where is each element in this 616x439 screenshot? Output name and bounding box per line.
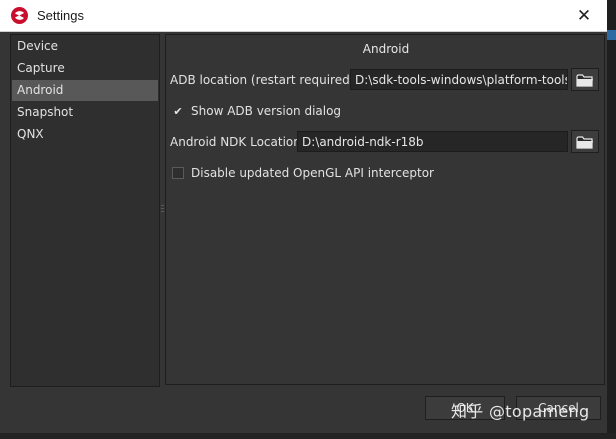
title-bar[interactable]: Settings ✕ (0, 0, 607, 32)
settings-category-list[interactable]: Device Capture Android Snapshot QNX (10, 34, 160, 387)
window-title: Settings (37, 8, 84, 23)
sidebar-item-device[interactable]: Device (12, 36, 158, 57)
section-title: Android (362, 42, 410, 56)
background-window-fragment (606, 30, 616, 40)
snapdragon-logo-icon (11, 7, 28, 24)
adb-browse-button[interactable] (571, 68, 599, 91)
settings-dialog: Settings ✕ Device Capture Android Snapsh… (0, 0, 607, 439)
folder-icon (576, 135, 593, 149)
folder-icon (576, 73, 593, 87)
splitter-handle[interactable] (161, 205, 164, 217)
show-adb-dialog-checkbox[interactable]: ✔ Show ADB version dialog (172, 103, 341, 119)
checkbox-empty-icon (172, 167, 184, 179)
close-button[interactable]: ✕ (561, 0, 607, 31)
watermark: 知乎 @topameng (451, 402, 590, 421)
ndk-location-label: Android NDK Location (170, 135, 301, 149)
sidebar-item-android[interactable]: Android (12, 80, 158, 101)
show-adb-dialog-label: Show ADB version dialog (191, 104, 342, 118)
background-window-bottom (0, 433, 616, 439)
sidebar-item-qnx[interactable]: QNX (12, 124, 158, 145)
ndk-browse-button[interactable] (571, 130, 599, 153)
sidebar-item-snapshot[interactable]: Snapshot (12, 102, 158, 123)
checkmark-icon: ✔ (173, 104, 183, 118)
background-window-right (606, 0, 616, 439)
disable-opengl-interceptor-checkbox[interactable]: Disable updated OpenGL API interceptor (172, 165, 434, 181)
adb-location-label: ADB location (restart required) (170, 73, 355, 87)
close-icon: ✕ (576, 5, 592, 26)
sidebar-item-capture[interactable]: Capture (12, 58, 158, 79)
adb-location-input[interactable]: D:\sdk-tools-windows\platform-tools (350, 69, 568, 90)
disable-opengl-interceptor-label: Disable updated OpenGL API interceptor (191, 166, 434, 180)
ndk-location-input[interactable]: D:\android-ndk-r18b (297, 131, 568, 152)
android-settings-panel: Android ADB location (restart required) … (165, 34, 605, 385)
